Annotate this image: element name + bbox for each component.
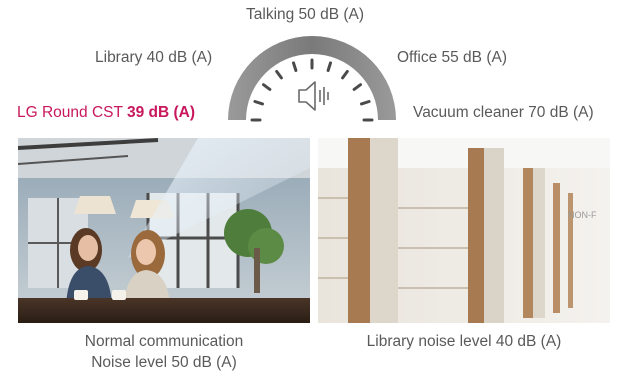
gauge-tick [292,61,298,72]
library-caption: Library noise level 40 dB (A) [318,331,610,352]
gauge-tick [253,100,264,106]
library-level-label: Library 40 dB (A) [95,49,213,66]
office-level-label: Office 55 dB (A) [397,49,507,66]
cafe-caption-line2: Noise level 50 dB (A) [91,354,237,371]
lg-round-cst-value: 39 dB (A) [127,104,196,121]
vacuum-level-label: Vacuum cleaner 70 dB (A) [413,104,594,121]
noise-gauge [228,36,396,122]
gauge-tick [275,70,283,80]
gauge-tick [326,61,332,72]
gauge-tick [262,83,272,91]
lg-round-cst-label: LG Round CST 39 dB (A) [17,104,195,122]
gauge-tick [360,100,371,106]
gauge-tick [352,83,362,91]
library-sign: NON-F [568,210,597,220]
library-caption-line1: Library noise level 40 dB (A) [366,333,562,350]
cafe-photo [18,138,310,323]
speaker-icon [298,81,329,111]
talking-level-label: Talking 50 dB (A) [246,6,365,23]
library-photo: NON-F [318,138,610,323]
cafe-caption-line1: Normal communication [84,333,244,350]
lg-round-cst-prefix: LG Round CST [17,104,127,121]
gauge-tick [341,70,349,80]
cafe-caption: Normal communication Noise level 50 dB (… [18,331,310,373]
